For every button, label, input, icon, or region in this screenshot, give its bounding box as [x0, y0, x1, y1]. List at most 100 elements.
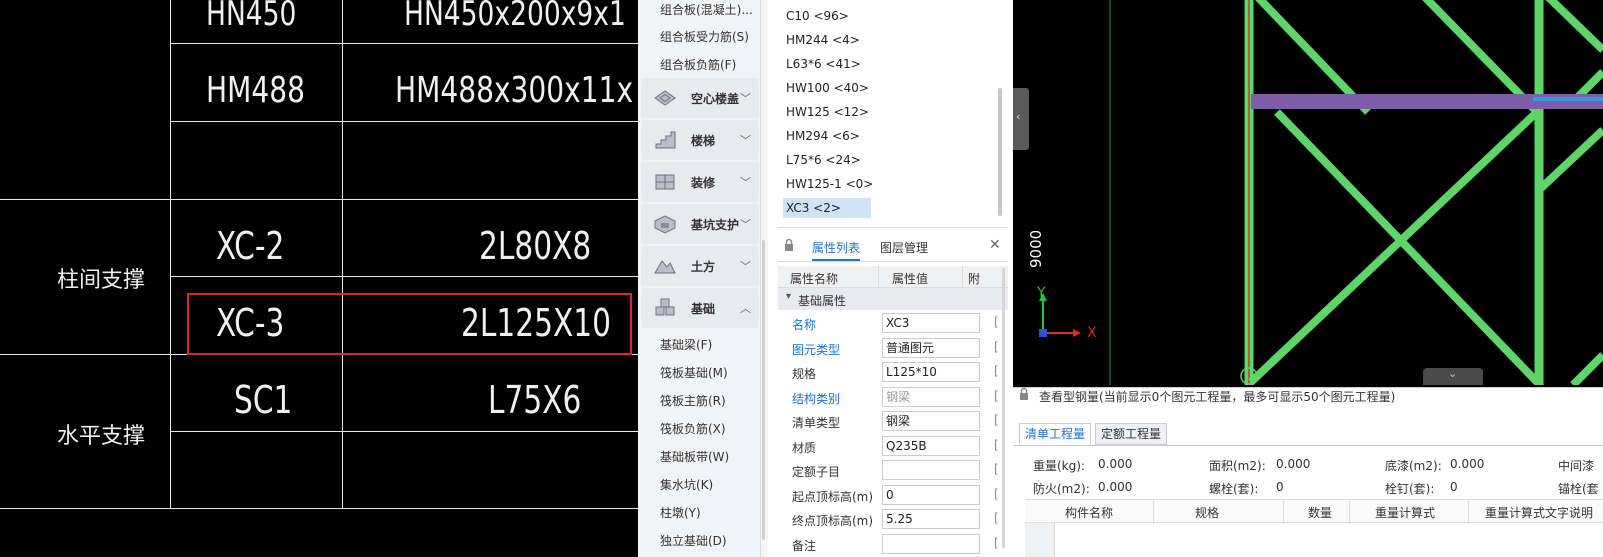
qty-label: 重量(kg):: [1033, 459, 1085, 473]
nav-item[interactable]: 筏板主筋(R): [660, 392, 726, 409]
col-divider: [962, 266, 963, 288]
nav-category-pit-support[interactable]: 基坑支护 ﹀: [641, 204, 759, 244]
list-item[interactable]: HW125 <12>: [786, 102, 869, 122]
qty-value: 0: [1450, 480, 1458, 494]
3d-viewport[interactable]: ‹ ⌄ 9000 Y X: [1013, 0, 1603, 385]
expand-panel-handle[interactable]: ⌄: [1423, 367, 1483, 385]
earthwork-icon: [654, 260, 676, 274]
nav-item[interactable]: 组合板(混凝土)...: [660, 1, 753, 18]
property-value-field[interactable]: [882, 460, 980, 480]
chevron-down-icon: ⌄: [1448, 367, 1458, 380]
cad-drawing-table: HN450 HM488 XC-2 XC-3 SC1 HN450x200x9x1 …: [0, 0, 638, 557]
cad-grid-line: [170, 121, 638, 122]
property-value-field[interactable]: [882, 533, 980, 554]
nav-scrollbar[interactable]: [762, 240, 765, 540]
stairs-icon: [655, 131, 676, 149]
chevron-down-icon: ﹀: [740, 92, 751, 105]
cad-grid-line: [170, 0, 171, 509]
cad-spec: L75X6: [488, 378, 582, 422]
panel-divider[interactable]: [760, 0, 768, 557]
cad-group-label: 柱间支撑: [57, 268, 146, 293]
nav-item[interactable]: 筏板基础(M): [660, 364, 728, 381]
property-row: 名称 XC3 [: [778, 311, 1008, 336]
nav-category-label: 楼梯: [691, 134, 716, 148]
nav-item[interactable]: 柱墩(Y): [660, 504, 701, 521]
steel-quantity-panel: 查看型钢量(当前显示0个图元工程量，最多可显示50个图元工程量) 清单工程量 定…: [1013, 387, 1603, 557]
nav-category-stairs[interactable]: 楼梯 ﹀: [641, 120, 759, 160]
property-value-field[interactable]: XC3: [882, 313, 980, 333]
nav-item[interactable]: 基础梁(F): [660, 336, 712, 353]
qty-label: 防火(m2):: [1033, 482, 1090, 496]
lock-icon[interactable]: [1019, 387, 1029, 401]
property-extra-bracket: [: [994, 486, 999, 501]
collapse-icon[interactable]: ▾: [786, 291, 791, 302]
property-name: 备注: [792, 538, 817, 553]
qty-value: 0.000: [1098, 457, 1133, 471]
nav-item[interactable]: 组合板负筋(F): [660, 56, 736, 73]
property-row: 规格 L125*10 [: [778, 360, 1008, 385]
axis-x-label: X: [1087, 325, 1097, 341]
collapse-panel-handle[interactable]: ‹: [1013, 88, 1029, 150]
property-row: 备注 [: [778, 532, 1008, 557]
property-name: 材质: [792, 440, 817, 455]
nav-category-hollow-floor[interactable]: 空心楼盖 ﹀: [641, 78, 759, 118]
property-name: 清单类型: [792, 416, 841, 430]
nav-category-foundation[interactable]: 基础 ︿: [641, 288, 759, 328]
nav-item[interactable]: 基础板带(W): [660, 448, 729, 465]
list-item[interactable]: HM244 <4>: [786, 30, 860, 50]
qty-label: 面积(m2):: [1209, 459, 1266, 473]
property-value-field[interactable]: 钢梁: [882, 386, 980, 407]
steel-beam-accent: [1533, 97, 1603, 101]
qty-value: 0.000: [1098, 480, 1133, 494]
property-value-field[interactable]: L125*10: [882, 362, 980, 382]
list-scrollbar[interactable]: [998, 88, 1002, 216]
axis-y-label: Y: [1037, 285, 1046, 301]
col-divider: [1349, 500, 1350, 524]
property-extra-bracket: [: [994, 315, 999, 329]
cad-grid-line: [170, 276, 638, 277]
qty-value: 0: [1276, 480, 1284, 494]
row-header-gutter: [1025, 523, 1055, 557]
cad-group-label: 水平支撑: [57, 424, 146, 449]
tab-bill-quantity[interactable]: 清单工程量: [1019, 423, 1092, 445]
property-scrollbar[interactable]: [1002, 268, 1005, 548]
list-item[interactable]: HW100 <40>: [786, 78, 869, 98]
property-value-field[interactable]: 钢梁: [882, 411, 980, 431]
close-icon[interactable]: ✕: [989, 237, 1001, 253]
chevron-left-icon: ‹: [1016, 110, 1021, 123]
property-value-field[interactable]: 5.25: [882, 509, 980, 529]
list-item[interactable]: C10 <96>: [786, 6, 849, 26]
nav-item[interactable]: 组合板受力筋(S): [660, 28, 749, 45]
list-item[interactable]: HW125-1 <0>: [786, 174, 873, 194]
nav-item[interactable]: 筏板负筋(X): [660, 420, 726, 437]
brace: [1545, 0, 1603, 53]
property-value-field[interactable]: 0: [882, 484, 980, 505]
property-extra-bracket: [: [994, 535, 999, 550]
list-item[interactable]: L63*6 <41>: [786, 54, 861, 74]
lock-icon[interactable]: [784, 238, 794, 252]
highlight-box: [187, 293, 632, 355]
list-item-selected[interactable]: XC3 <2>: [783, 198, 871, 218]
nav-category-decoration[interactable]: 装修 ﹀: [641, 162, 759, 202]
nav-category-earthwork[interactable]: 土方 ﹀: [641, 246, 759, 286]
tab-property-list[interactable]: 属性列表: [812, 239, 861, 261]
property-row: 图元类型 普通图元 [: [778, 336, 1008, 361]
section-row[interactable]: ▾ 基础属性: [778, 288, 1008, 310]
nav-item[interactable]: 集水坑(K): [660, 476, 713, 493]
property-name: 终点顶标高(m): [792, 514, 874, 528]
property-tabs: 属性列表 图层管理 ✕: [778, 234, 1008, 262]
nav-item[interactable]: 独立基础(D): [660, 532, 727, 549]
tab-quota-quantity[interactable]: 定额工程量: [1095, 423, 1168, 445]
property-value-field[interactable]: 普通图元: [882, 337, 980, 358]
property-extra-bracket: [: [994, 462, 999, 476]
property-row: 结构类别 钢梁 [: [778, 385, 1008, 410]
tab-layer-management[interactable]: 图层管理: [880, 239, 928, 256]
property-value-field[interactable]: Q235B: [882, 435, 980, 456]
list-item[interactable]: HM294 <6>: [786, 126, 860, 146]
col-header: 重量计算式文字说明: [1485, 506, 1594, 520]
col-header: 重量计算式: [1375, 506, 1436, 520]
chevron-down-icon: ﹀: [740, 176, 751, 189]
section-label: 基础属性: [798, 294, 847, 308]
qty-label: 栓钉(套):: [1385, 482, 1435, 496]
list-item[interactable]: L75*6 <24>: [786, 150, 861, 170]
